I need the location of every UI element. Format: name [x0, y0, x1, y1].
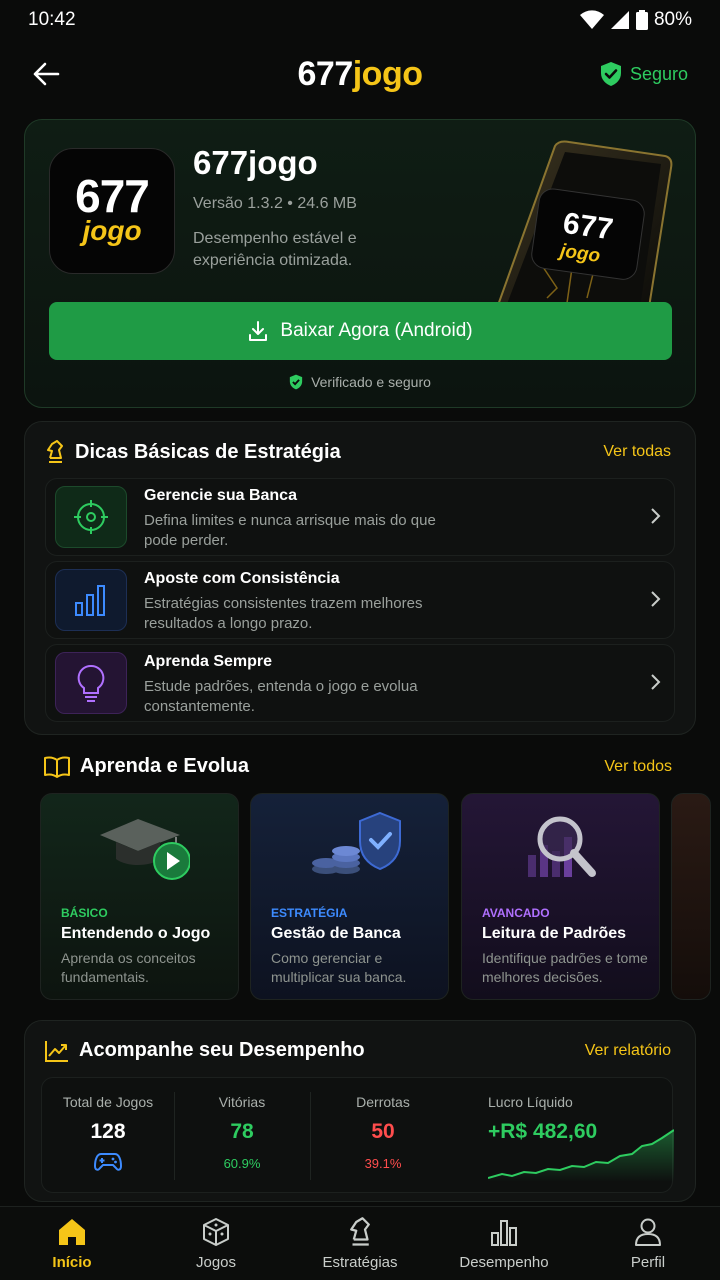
see-all-courses-link[interactable]: Ver todos: [604, 758, 672, 776]
course-card[interactable]: ESTRATÉGIA Gestão de Banca Como gerencia…: [250, 793, 449, 1000]
app-download-card: 677 jogo 677jogo Versão 1.3.2 • 24.6 MB …: [24, 119, 696, 408]
trend-up-icon: [45, 1040, 68, 1062]
secure-badge[interactable]: Seguro: [600, 61, 688, 87]
download-button[interactable]: Baixar Agora (Android): [49, 302, 672, 360]
back-button[interactable]: [30, 58, 62, 90]
section-title: Dicas Básicas de Estratégia: [75, 440, 341, 463]
nav-profile[interactable]: Perfil: [576, 1207, 720, 1280]
book-open-icon: [44, 755, 70, 778]
dice-icon: [203, 1218, 229, 1246]
verified-note: Verificado e seguro: [25, 374, 695, 390]
nav-games[interactable]: Jogos: [144, 1207, 288, 1280]
stat-losses: Derrotas 50 39.1%: [356, 1094, 410, 1171]
magnifier-chart-icon: [462, 794, 659, 899]
course-card-peek[interactable]: [671, 793, 711, 1000]
course-card[interactable]: BÁSICO Entendendo o Jogo Aprenda os conc…: [40, 793, 239, 1000]
chevron-right-icon: [651, 674, 661, 690]
bottom-navigation: Início Jogos Estratégias Desempenho Perf…: [0, 1206, 720, 1280]
app-description: Desempenho estável e experiência otimiza…: [193, 230, 357, 269]
phone-illustration: 677 jogo: [495, 140, 673, 308]
shield-check-icon: [289, 374, 303, 390]
nav-strategies[interactable]: Estratégias: [288, 1207, 432, 1280]
home-icon: [59, 1219, 85, 1245]
arrow-left-icon: [33, 62, 60, 86]
app-icon: 677 jogo: [49, 148, 175, 274]
wifi-icon: [579, 10, 604, 29]
chess-knight-icon: [350, 1217, 370, 1246]
nav-performance[interactable]: Desempenho: [432, 1207, 576, 1280]
course-card[interactable]: AVANCADO Leitura de Padrões Identifique …: [461, 793, 660, 1000]
strategy-tips-card: Dicas Básicas de Estratégia Ver todas Ge…: [24, 421, 696, 735]
battery-percent: 80%: [653, 9, 692, 30]
status-time: 10:42: [28, 9, 76, 30]
nav-home[interactable]: Início: [0, 1207, 144, 1280]
bar-chart-icon: [491, 1220, 517, 1246]
signal-icon: [610, 11, 629, 29]
chevron-right-icon: [651, 591, 661, 607]
stat-net-profit: Lucro Líquido +R$ 482,60: [488, 1078, 674, 1192]
download-label: Baixar Agora (Android): [280, 320, 473, 341]
lightbulb-icon: [55, 652, 127, 714]
target-icon: [55, 486, 127, 548]
stats-panel: Total de Jogos 128 Vitórias 78 60.9% Der…: [41, 1077, 674, 1193]
gamepad-icon: [94, 1153, 122, 1171]
performance-card: Acompanhe seu Desempenho Ver relatório T…: [24, 1020, 696, 1202]
coins-shield-icon: [251, 794, 448, 899]
stat-wins: Vitórias 78 60.9%: [218, 1094, 266, 1171]
svg-text:677: 677: [561, 207, 615, 247]
app-bar: 677jogo Seguro: [0, 44, 720, 104]
app-version-size: Versão 1.3.2 • 24.6 MB: [193, 195, 357, 212]
battery-icon: [635, 10, 648, 30]
user-icon: [635, 1218, 661, 1246]
brand-logo: 677jogo: [297, 54, 423, 93]
tip-item[interactable]: Gerencie sua Banca Defina limites e nunc…: [45, 478, 675, 556]
shield-check-icon: [600, 62, 621, 86]
chess-knight-icon: [47, 440, 63, 463]
stat-total-games: Total de Jogos 128: [42, 1078, 174, 1192]
view-report-link[interactable]: Ver relatório: [585, 1042, 671, 1060]
download-icon: [249, 321, 268, 341]
app-name: 677jogo: [193, 144, 318, 181]
section-title: Aprenda e Evolua: [80, 755, 249, 777]
tip-item[interactable]: Aprenda Sempre Estude padrões, entenda o…: [45, 644, 675, 722]
tip-item[interactable]: Aposte com Consistência Estratégias cons…: [45, 561, 675, 639]
section-title: Acompanhe seu Desempenho: [79, 1039, 365, 1061]
see-all-tips-link[interactable]: Ver todas: [603, 443, 671, 461]
secure-label: Seguro: [629, 63, 688, 84]
bar-chart-icon: [55, 569, 127, 631]
chevron-right-icon: [651, 508, 661, 524]
profit-sparkline: [488, 1129, 674, 1182]
status-bar: 10:42 80%: [0, 0, 720, 40]
graduation-cap-icon: [41, 794, 238, 899]
learn-section: Aprenda e Evolua Ver todos BÁSICO Entend…: [24, 741, 711, 1005]
